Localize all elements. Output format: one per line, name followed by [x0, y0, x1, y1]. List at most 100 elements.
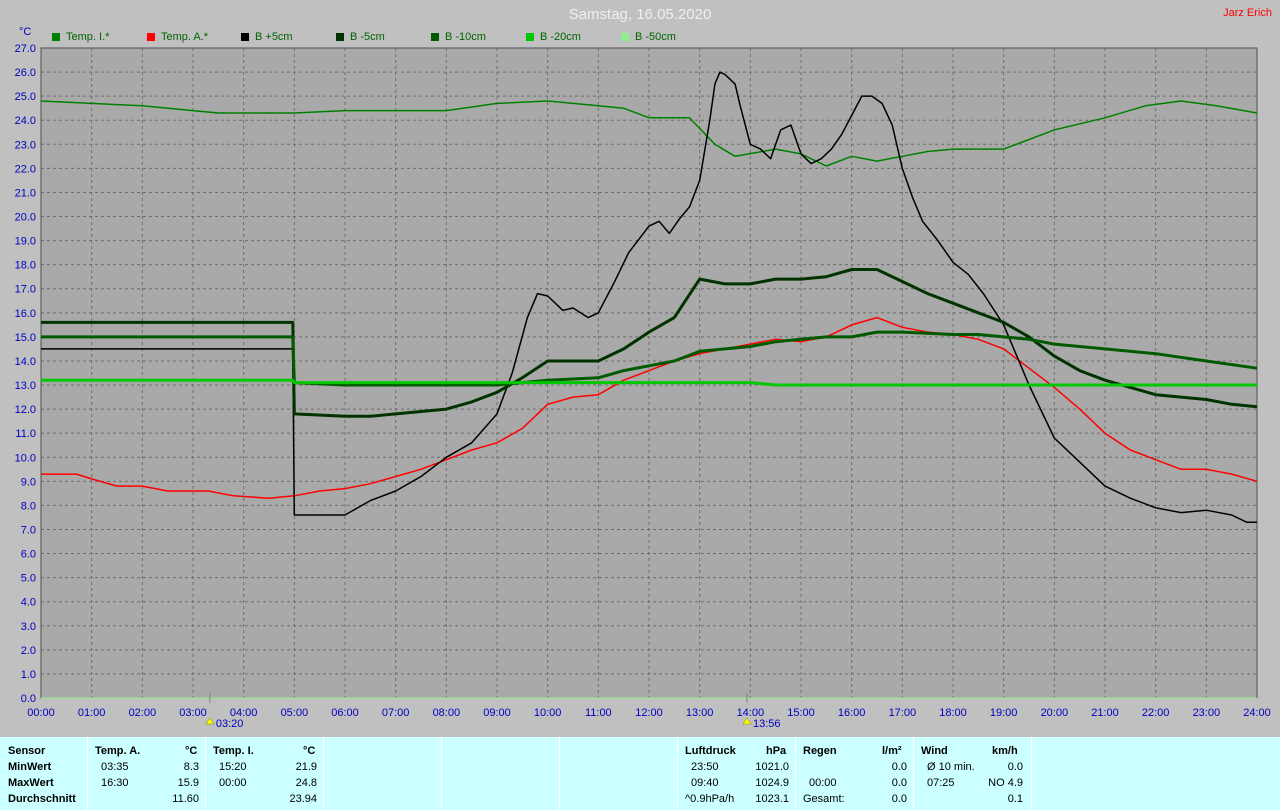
y-tick-label: 11.0 — [15, 428, 36, 440]
temp-a-header: Temp. A. — [95, 745, 141, 757]
y-tick-label: 13.0 — [15, 380, 36, 392]
temp-i-unit: °C — [303, 745, 316, 757]
wind-avg: 0.0 — [1007, 761, 1023, 773]
x-tick-label: 09:00 — [483, 707, 511, 719]
y-tick-label: 25.0 — [15, 91, 36, 103]
sunrise-icon — [205, 717, 215, 725]
pressure-max-value: 1024.9 — [755, 777, 789, 789]
x-tick-label: 00:00 — [27, 707, 55, 719]
y-tick-label: 17.0 — [15, 284, 36, 296]
wind-max: NO 4.9 — [988, 777, 1023, 789]
temp-i-header: Temp. I. — [213, 745, 254, 757]
x-tick-label: 24:00 — [1243, 707, 1271, 719]
x-tick-label: 02:00 — [129, 707, 157, 719]
pressure-current: 1023.1 — [755, 793, 789, 805]
y-tick-label: 15.0 — [15, 332, 36, 344]
pressure-max-time: 09:40 — [691, 777, 719, 789]
table-divider — [559, 737, 560, 810]
x-tick-label: 10:00 — [534, 707, 562, 719]
x-tick-label: 19:00 — [990, 707, 1018, 719]
y-tick-label: 1.0 — [21, 669, 36, 681]
pressure-min-time: 23:50 — [691, 761, 719, 773]
pressure-trend: ^0.9hPa/h — [685, 793, 735, 805]
y-tick-label: 27.0 — [15, 43, 36, 55]
y-tick-label: 10.0 — [15, 452, 36, 464]
temp-a-unit: °C — [185, 745, 198, 757]
row-label-min: MinWert — [8, 761, 52, 773]
x-tick-label: 13:00 — [686, 707, 714, 719]
y-tick-label: 16.0 — [15, 308, 36, 320]
x-tick-label: 21:00 — [1091, 707, 1119, 719]
x-tick-label: 11:00 — [585, 707, 612, 719]
y-tick-label: 26.0 — [15, 67, 36, 79]
table-divider — [795, 737, 796, 810]
x-tick-label: 22:00 — [1142, 707, 1170, 719]
wind-mean: 0.1 — [1007, 793, 1023, 805]
y-tick-label: 5.0 — [21, 573, 36, 585]
table-divider — [205, 737, 206, 810]
y-tick-label: 4.0 — [21, 597, 36, 609]
x-tick-label: 12:00 — [635, 707, 663, 719]
x-tick-label: 20:00 — [1041, 707, 1069, 719]
rain-time: 00:00 — [809, 777, 837, 789]
y-tick-label: 12.0 — [15, 404, 36, 416]
x-tick-label: 01:00 — [78, 707, 106, 719]
table-divider — [323, 737, 324, 810]
temp-a-max-value: 15.9 — [177, 777, 199, 789]
chart-plot: 0.0 1.0 2.0 3.0 4.0 5.0 6.0 7.0 8.0 9.0 10.0 11.0 12… — [15, 43, 1271, 730]
y-tick-label: 19.0 — [15, 236, 36, 248]
rain-value-2: 0.0 — [891, 777, 907, 789]
temp-i-max-value: 24.8 — [295, 777, 317, 789]
x-tick-label: 08:00 — [433, 707, 461, 719]
pressure-min-value: 1021.0 — [755, 761, 789, 773]
sensor-header: Sensor — [8, 745, 46, 757]
x-tick-label: 06:00 — [331, 707, 359, 719]
temp-a-min-value: 8.3 — [183, 761, 199, 773]
x-tick-label: 18:00 — [939, 707, 967, 719]
sunset-time: 13:56 — [753, 718, 781, 730]
wind-header: Wind — [921, 745, 948, 757]
y-tick-label: 22.0 — [15, 163, 36, 175]
table-divider — [1031, 737, 1032, 810]
temp-i-avg: 23.94 — [289, 793, 317, 805]
rain-total-label: Gesamt: — [803, 793, 845, 805]
row-label-avg: Durchschnitt — [8, 793, 76, 805]
y-tick-label: 3.0 — [21, 621, 36, 633]
y-tick-label: 6.0 — [21, 549, 36, 561]
rain-total: 0.0 — [891, 793, 907, 805]
y-tick-label: 18.0 — [15, 260, 36, 272]
temp-a-min-time: 03:35 — [101, 761, 129, 773]
rain-unit: l/m² — [882, 745, 902, 757]
x-tick-label: 16:00 — [838, 707, 866, 719]
table-divider — [913, 737, 914, 810]
y-tick-label: 24.0 — [15, 115, 36, 127]
temp-a-max-time: 16:30 — [101, 777, 129, 789]
pressure-unit: hPa — [766, 745, 787, 757]
y-tick-label: 0.0 — [21, 693, 36, 705]
y-tick-label: 21.0 — [15, 187, 36, 199]
y-tick-label: 7.0 — [21, 524, 36, 536]
temp-i-max-time: 00:00 — [219, 777, 247, 789]
y-tick-label: 2.0 — [21, 645, 36, 657]
sunrise-time: 03:20 — [216, 718, 244, 730]
y-tick-label: 20.0 — [15, 212, 36, 224]
table-divider — [677, 737, 678, 810]
y-tick-label: 8.0 — [21, 500, 36, 512]
temp-a-avg: 11.60 — [172, 793, 199, 805]
wind-unit: km/h — [992, 745, 1018, 757]
summary-table: Sensor MinWert MaxWert Durchschnitt Temp… — [0, 737, 1280, 810]
x-tick-label: 03:00 — [179, 707, 207, 719]
x-tick-label: 05:00 — [281, 707, 309, 719]
rain-value-1: 0.0 — [891, 761, 907, 773]
temp-i-min-time: 15:20 — [219, 761, 247, 773]
pressure-header: Luftdruck — [685, 745, 736, 757]
x-tick-label: 23:00 — [1193, 707, 1221, 719]
temp-i-min-value: 21.9 — [295, 761, 317, 773]
wind-avg-label: Ø 10 min. — [927, 761, 975, 773]
rain-header: Regen — [803, 745, 837, 757]
y-tick-label: 23.0 — [15, 139, 36, 151]
table-divider — [87, 737, 88, 810]
y-tick-label: 9.0 — [21, 476, 36, 488]
table-divider — [441, 737, 442, 810]
row-label-max: MaxWert — [8, 777, 54, 789]
